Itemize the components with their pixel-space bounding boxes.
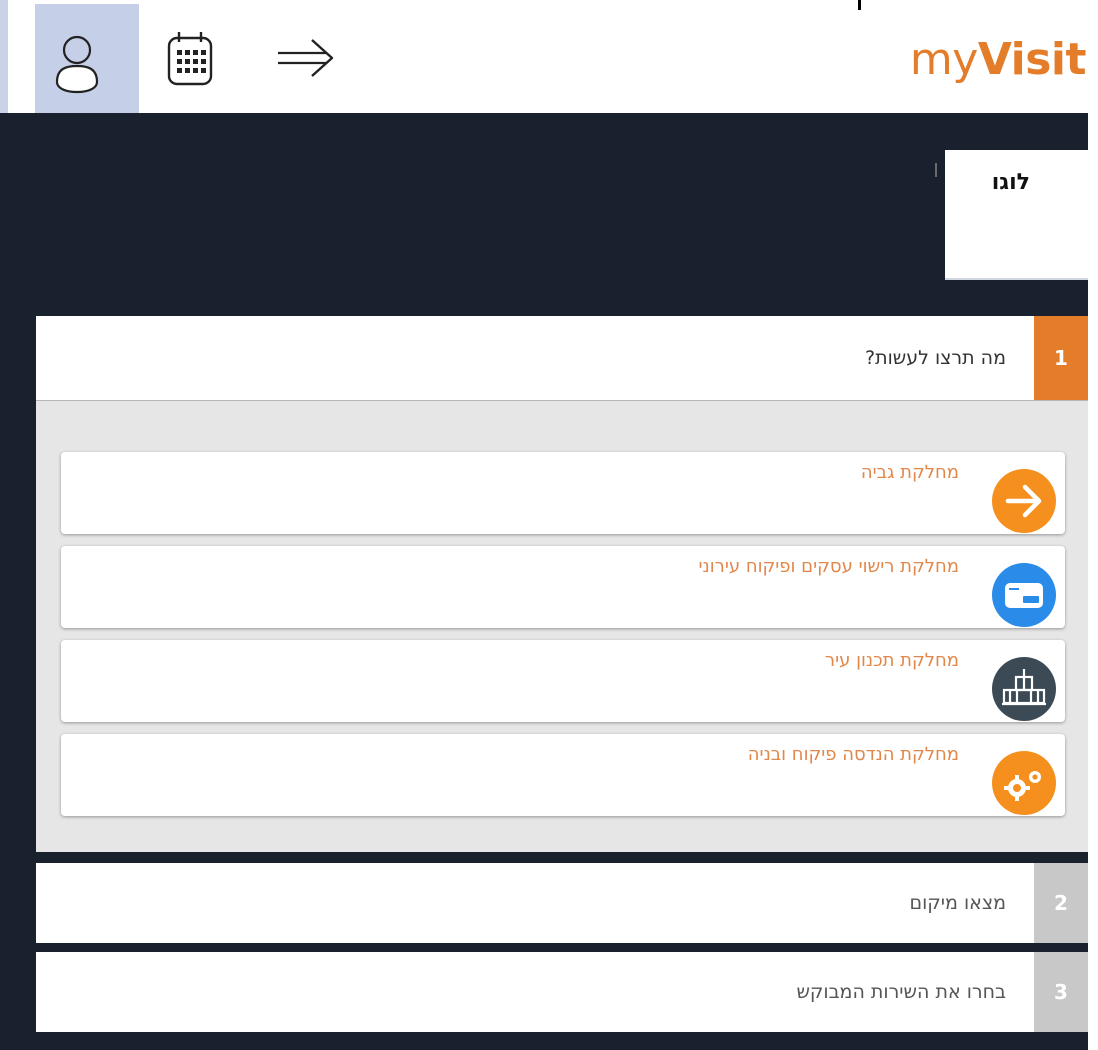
calendar-button[interactable] — [166, 28, 214, 92]
step-2-number: 2 — [1034, 863, 1088, 943]
gears-icon — [992, 751, 1056, 815]
logo-prefix: my — [909, 34, 978, 85]
step-1-number: 1 — [1034, 316, 1088, 400]
top-header: myVisit — [0, 0, 1098, 113]
department-card-collection[interactable]: מחלקת גביה — [61, 452, 1065, 534]
forward-button[interactable] — [274, 36, 338, 80]
step-1-title: מה תרצו לעשות? — [865, 347, 1006, 369]
arrow-right-circle-icon — [992, 469, 1056, 533]
step-3-header[interactable]: 3 בחרו את השירות המבוקש — [36, 952, 1088, 1032]
department-label: מחלקת תכנון עיר — [824, 650, 959, 671]
calendar-icon — [167, 32, 213, 86]
department-card-licensing[interactable]: מחלקת רישוי עסקים ופיקוח עירוני — [61, 546, 1065, 628]
organization-logo-text: לוגו — [991, 170, 1030, 195]
forward-arrow-icon — [278, 39, 334, 77]
department-card-city-planning[interactable]: מחלקת תכנון עיר — [61, 640, 1065, 722]
user-icon — [55, 35, 99, 94]
organization-logo-box: לוגו — [945, 150, 1088, 280]
step-2-title: מצאו מיקום — [909, 892, 1006, 914]
myvisit-logo[interactable]: myVisit — [909, 34, 1087, 85]
header-left-strip — [0, 0, 8, 113]
step-2-header[interactable]: 2 מצאו מיקום — [36, 863, 1088, 943]
department-label: מחלקת הנדסה פיקוח ובניה — [747, 744, 959, 765]
step-1-body: מחלקת גביה מחלקת רישוי עסקים ופיקוח עירו… — [36, 401, 1088, 852]
credit-card-icon — [992, 563, 1056, 627]
right-edge — [1088, 113, 1098, 1050]
city-hall-icon — [992, 657, 1056, 721]
step-3-title: בחרו את השירות המבוקש — [796, 981, 1006, 1003]
department-label: מחלקת רישוי עסקים ופיקוח עירוני — [698, 556, 959, 577]
user-button[interactable] — [35, 4, 139, 113]
top-tick-mark — [858, 0, 861, 10]
department-label: מחלקת גביה — [860, 462, 959, 483]
department-card-engineering[interactable]: מחלקת הנדסה פיקוח ובניה — [61, 734, 1065, 816]
step-3-number: 3 — [1034, 952, 1088, 1032]
logo-suffix: Visit — [977, 34, 1087, 85]
logo-box-marker — [935, 163, 937, 177]
step-1-header[interactable]: 1 מה תרצו לעשות? — [36, 316, 1088, 401]
